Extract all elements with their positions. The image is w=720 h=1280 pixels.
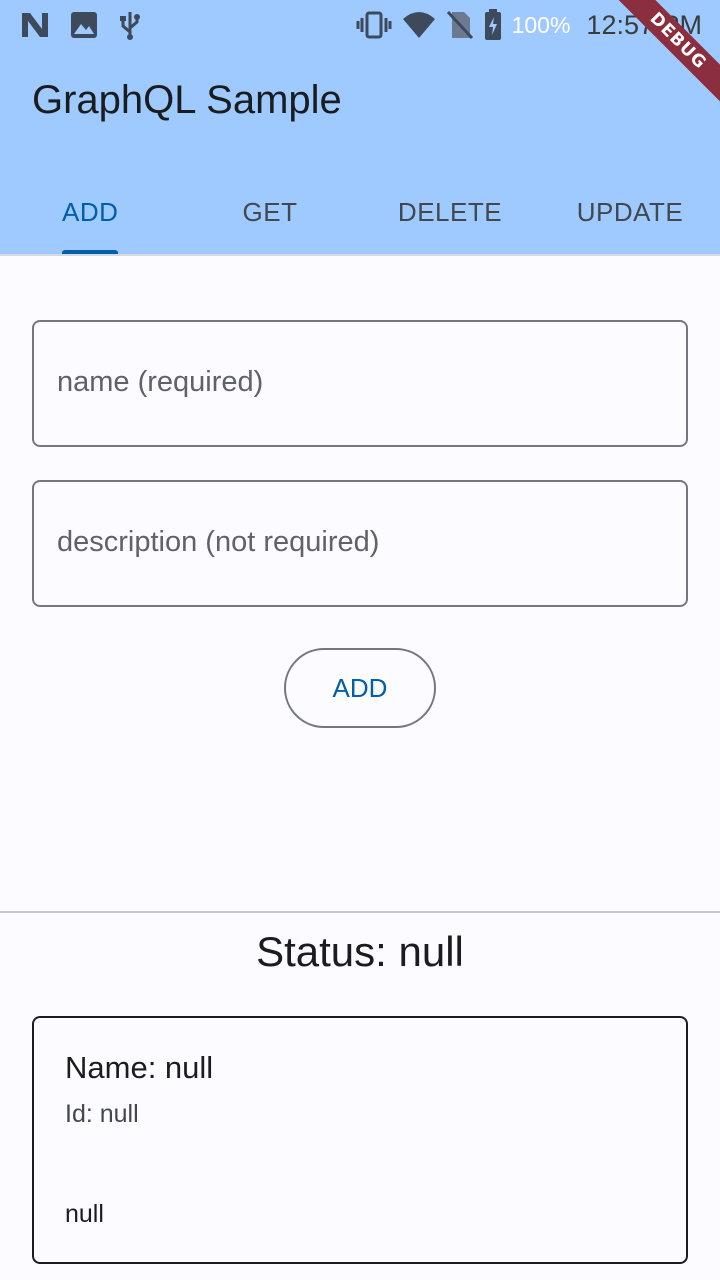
image-icon: [70, 11, 98, 39]
description-input[interactable]: description (not required): [32, 480, 688, 607]
status-text: Status: null: [256, 928, 464, 975]
result-card: Name: null Id: null null: [32, 1016, 688, 1264]
result-name: Name: null: [65, 1050, 214, 1085]
status-bar-left: [20, 10, 142, 40]
n-logo-icon: [20, 11, 50, 39]
result-id: Id: null: [65, 1100, 139, 1128]
result-description: null: [65, 1200, 104, 1228]
tab-get[interactable]: GET: [180, 170, 360, 255]
tab-update[interactable]: UPDATE: [540, 170, 720, 255]
tab-add[interactable]: ADD: [0, 170, 180, 255]
tab-bar-divider: [0, 254, 720, 256]
name-input[interactable]: name (required): [32, 320, 688, 447]
description-input-placeholder: description (not required): [57, 526, 380, 558]
battery-percent: 100%: [511, 11, 571, 38]
tab-bar: ADD GET DELETE UPDATE: [0, 170, 720, 255]
vibrate-icon: [356, 10, 392, 40]
battery-charging-icon: [484, 9, 502, 41]
no-sim-icon: [446, 10, 474, 40]
usb-icon: [118, 10, 142, 40]
page-title: GraphQL Sample: [32, 78, 342, 122]
status-bar: 100% 12:57 PM: [0, 0, 720, 50]
tab-delete[interactable]: DELETE: [360, 170, 540, 255]
wifi-icon: [402, 11, 436, 39]
name-input-placeholder: name (required): [57, 366, 264, 398]
section-divider: [0, 911, 720, 913]
app-bar: 100% 12:57 PM DEBUG GraphQL Sample ADD G…: [0, 0, 720, 255]
add-button[interactable]: ADD: [284, 648, 436, 728]
